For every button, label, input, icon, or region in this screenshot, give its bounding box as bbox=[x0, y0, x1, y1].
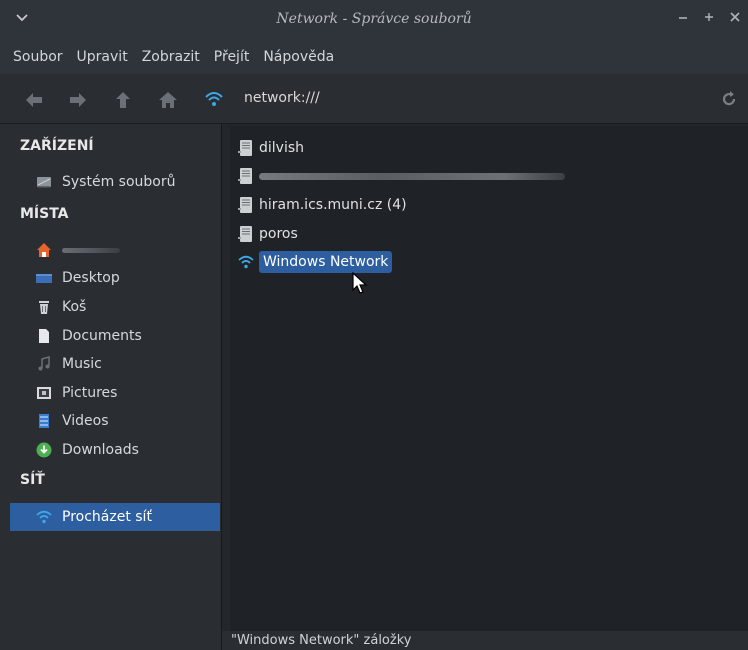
sidebar-item-trash[interactable]: Koš bbox=[10, 293, 220, 321]
status-bar: "Windows Network" záložky bbox=[222, 631, 748, 650]
file-name: poros bbox=[259, 226, 298, 242]
up-icon[interactable] bbox=[113, 90, 133, 110]
server-icon bbox=[238, 226, 252, 242]
toolbar: network:/// bbox=[0, 74, 748, 124]
wifi-icon bbox=[36, 510, 52, 524]
sidebar-item-home[interactable] bbox=[10, 236, 220, 264]
home-nav-icon[interactable] bbox=[158, 90, 178, 110]
sidebar-item-documents[interactable]: Documents bbox=[10, 322, 220, 350]
file-item-selected[interactable]: Windows Network bbox=[238, 250, 393, 274]
sidebar-item-videos[interactable]: Videos bbox=[10, 407, 220, 435]
maximize-icon[interactable] bbox=[702, 10, 716, 24]
sidebar-item-filesystem[interactable]: Systém souborů bbox=[10, 168, 220, 196]
menu-soubor[interactable]: Soubor bbox=[6, 40, 70, 74]
sidebar-item-label: Music bbox=[62, 356, 102, 372]
menu-bar: Soubor Upravit Zobrazit Přejít Nápověda bbox=[0, 40, 748, 74]
sidebar: ZAŘÍZENÍ Systém souborů MÍSTA Desktop Ko… bbox=[0, 124, 222, 650]
back-icon[interactable] bbox=[24, 90, 44, 110]
window-title: Network - Správce souborů bbox=[276, 11, 472, 27]
sidebar-item-label: Videos bbox=[62, 413, 109, 429]
sidebar-item-browse-network[interactable]: Procházet síť bbox=[10, 503, 220, 531]
document-icon bbox=[39, 329, 49, 343]
server-icon bbox=[238, 197, 252, 213]
sidebar-item-label: Pictures bbox=[62, 385, 118, 401]
title-bar: Network - Správce souborů bbox=[0, 0, 748, 40]
sidebar-item-label: Procházet síť bbox=[62, 509, 152, 525]
videos-icon bbox=[39, 414, 49, 428]
menu-napoveda[interactable]: Nápověda bbox=[256, 40, 341, 74]
menu-zobrazit[interactable]: Zobrazit bbox=[135, 40, 207, 74]
server-icon bbox=[238, 168, 252, 184]
file-item[interactable] bbox=[238, 164, 565, 188]
sidebar-item-downloads[interactable]: Downloads bbox=[10, 436, 220, 464]
sidebar-item-music[interactable]: Music bbox=[10, 350, 220, 378]
minimize-icon[interactable] bbox=[676, 10, 690, 24]
sidebar-item-label: Koš bbox=[62, 299, 87, 315]
sidebar-item-label: Desktop bbox=[62, 270, 120, 286]
file-item[interactable]: poros bbox=[238, 222, 298, 246]
downloads-icon bbox=[36, 442, 52, 458]
file-name: Windows Network bbox=[259, 251, 393, 273]
section-devices: ZAŘÍZENÍ bbox=[20, 138, 94, 154]
section-network: SÍŤ bbox=[20, 472, 45, 488]
window-controls bbox=[676, 10, 742, 24]
file-view[interactable]: dilvish hiram.ics.muni.cz (4) poros Wind… bbox=[230, 126, 748, 631]
sidebar-item-label: Systém souborů bbox=[62, 174, 176, 190]
drive-icon bbox=[37, 177, 51, 188]
menu-upravit[interactable]: Upravit bbox=[70, 40, 135, 74]
file-name: dilvish bbox=[259, 140, 305, 156]
music-icon bbox=[38, 356, 50, 371]
file-name: hiram.ics.muni.cz (4) bbox=[259, 197, 407, 213]
pictures-icon bbox=[37, 387, 51, 399]
reload-icon[interactable] bbox=[720, 90, 738, 108]
forward-icon[interactable] bbox=[68, 90, 88, 110]
home-icon bbox=[37, 243, 51, 257]
redacted-label bbox=[62, 247, 120, 253]
section-places: MÍSTA bbox=[20, 206, 69, 222]
wifi-icon bbox=[205, 92, 223, 106]
file-item[interactable]: dilvish bbox=[238, 136, 304, 160]
server-icon bbox=[238, 140, 252, 156]
mouse-cursor-icon bbox=[352, 272, 368, 294]
close-icon[interactable] bbox=[728, 10, 742, 24]
wifi-icon bbox=[238, 255, 254, 269]
trash-icon bbox=[39, 301, 49, 314]
menu-prejit[interactable]: Přejít bbox=[207, 40, 257, 74]
file-item[interactable]: hiram.ics.muni.cz (4) bbox=[238, 193, 407, 217]
redacted-file-name bbox=[259, 172, 565, 180]
sidebar-item-desktop[interactable]: Desktop bbox=[10, 264, 220, 292]
sidebar-item-label: Downloads bbox=[62, 442, 139, 458]
location-field[interactable]: network:/// bbox=[244, 90, 320, 106]
sidebar-item-pictures[interactable]: Pictures bbox=[10, 379, 220, 407]
sidebar-item-label: Documents bbox=[62, 328, 142, 344]
desktop-icon bbox=[36, 274, 52, 283]
